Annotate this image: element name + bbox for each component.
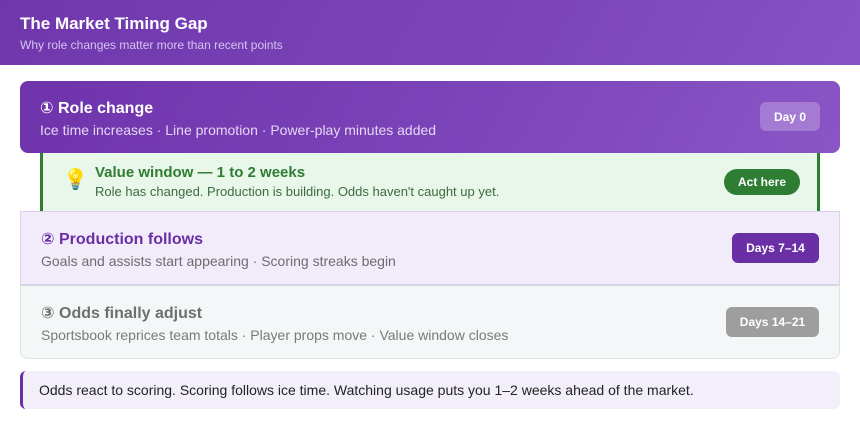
value-window-panel: 💡 Value window — 1 to 2 weeks Role has c… xyxy=(40,153,820,211)
step-title: ③ Odds finally adjust xyxy=(41,305,203,322)
page-header: The Market Timing Gap Why role changes m… xyxy=(0,0,860,65)
value-window-description: Role has changed. Production is building… xyxy=(95,184,500,199)
page-subtitle: Why role changes matter more than recent… xyxy=(20,38,283,52)
step-description: Goals and assists start appearing · Scor… xyxy=(41,253,396,269)
value-window-title: Value window — 1 to 2 weeks xyxy=(95,164,306,181)
step-description: Ice time increases · Line promotion · Po… xyxy=(40,122,437,138)
step-title: ① Role change xyxy=(40,100,154,117)
step-odds-adjust-card: ③ Odds finally adjust Sportsbook reprice… xyxy=(20,285,840,359)
step-role-change-card: ① Role change Ice time increases · Line … xyxy=(20,81,840,153)
summary-note: Odds react to scoring. Scoring follows i… xyxy=(20,371,840,409)
act-here-badge: Act here xyxy=(724,169,800,195)
day-badge: Day 0 xyxy=(760,102,820,131)
day-badge: Days 14–21 xyxy=(726,307,819,337)
summary-note-text: Odds react to scoring. Scoring follows i… xyxy=(39,382,694,398)
page-title: The Market Timing Gap xyxy=(20,14,208,33)
step-production-card: ② Production follows Goals and assists s… xyxy=(20,211,840,285)
step-description: Sportsbook reprices team totals · Player… xyxy=(41,327,509,343)
lightbulb-icon: 💡 xyxy=(63,169,88,191)
day-badge: Days 7–14 xyxy=(732,233,819,263)
step-title: ② Production follows xyxy=(41,231,203,248)
